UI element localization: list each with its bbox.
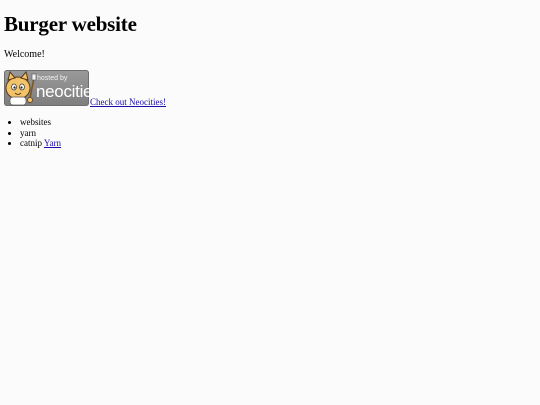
list-item: catnip Yarn bbox=[20, 138, 536, 149]
list-item: websites bbox=[20, 117, 536, 128]
badge-hosted-text: hosted by bbox=[37, 75, 68, 82]
badge-row: hosted by neocities Check out Neocities! bbox=[4, 69, 536, 107]
neocities-badge[interactable]: hosted by neocities bbox=[4, 70, 89, 106]
welcome-text: Welcome! bbox=[4, 49, 45, 60]
list-item-text: yarn bbox=[20, 127, 36, 138]
item-list: websites yarn catnip Yarn bbox=[4, 117, 536, 149]
list-item-text: catnip bbox=[20, 138, 42, 148]
page-title: Burger website bbox=[4, 12, 137, 36]
list-item: yarn bbox=[20, 128, 536, 139]
check-out-neocities-link[interactable]: Check out Neocities! bbox=[90, 97, 166, 107]
neocities-cat-icon bbox=[5, 70, 37, 106]
page: Burger website Welcome! hosted by neocit… bbox=[0, 0, 540, 405]
badge-brand-text: neocities bbox=[36, 82, 89, 101]
list-item-text: websites bbox=[20, 117, 51, 127]
yarn-link[interactable]: Yarn bbox=[44, 138, 61, 148]
neocities-badge-link[interactable]: hosted by neocities bbox=[4, 70, 89, 106]
